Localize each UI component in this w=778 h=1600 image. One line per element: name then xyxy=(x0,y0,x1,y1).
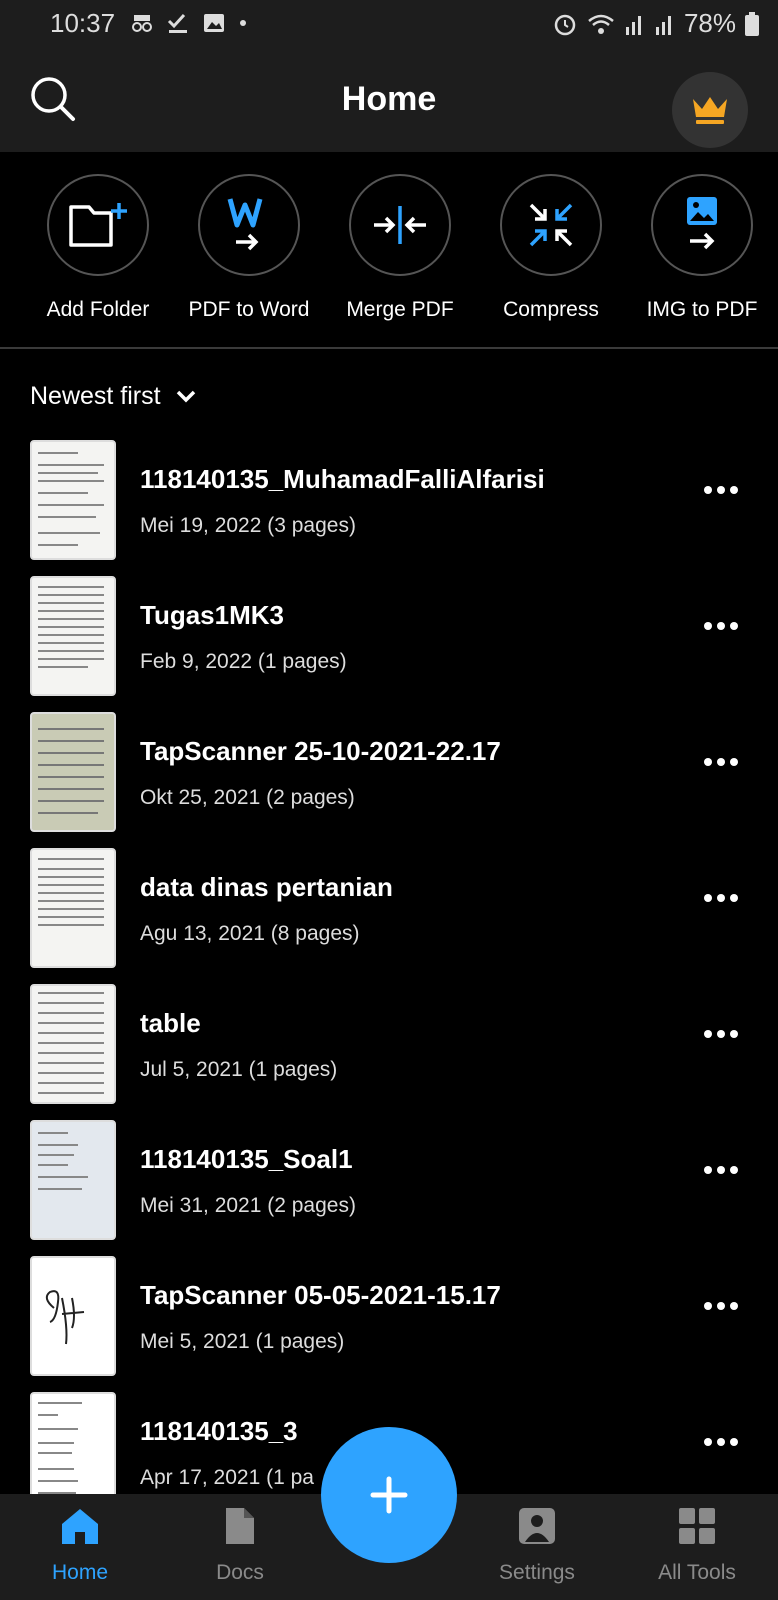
battery-icon xyxy=(745,11,759,36)
more-options-button[interactable] xyxy=(704,1030,738,1038)
notification-icons xyxy=(130,10,248,36)
document-row[interactable]: Tugas1MK3 Feb 9, 2022 (1 pages) xyxy=(0,572,778,708)
nav-settings[interactable]: Settings xyxy=(472,1506,602,1585)
document-meta: Mei 31, 2021 (2 pages) xyxy=(140,1194,356,1217)
document-row[interactable]: table Jul 5, 2021 (1 pages) xyxy=(0,980,778,1116)
document-row[interactable]: 118140135_MuhamadFalliAlfarisi Mei 19, 2… xyxy=(0,436,778,572)
document-thumbnail xyxy=(30,712,116,832)
checklist-icon xyxy=(167,13,187,33)
tool-icon-circle xyxy=(651,174,753,276)
person-icon xyxy=(519,1508,555,1544)
signal-icon xyxy=(625,15,641,35)
crown-icon xyxy=(693,97,727,124)
document-name: 118140135_3 xyxy=(140,1416,298,1446)
document-row[interactable]: 118140135_Soal1 Mei 31, 2021 (2 pages) xyxy=(0,1116,778,1252)
tool-compress[interactable]: Compress xyxy=(476,174,626,322)
document-name: TapScanner 25-10-2021-22.17 xyxy=(140,736,501,766)
document-row[interactable]: TapScanner 05-05-2021-15.17 Mei 5, 2021 … xyxy=(0,1252,778,1388)
tool-pdf-to-word[interactable]: PDF to Word xyxy=(174,174,324,322)
document-name: Tugas1MK3 xyxy=(140,600,284,630)
sort-label: Newest first xyxy=(30,382,161,410)
pdf-to-word-icon xyxy=(227,198,263,251)
document-thumbnail xyxy=(30,1120,116,1240)
document-meta: Mei 19, 2022 (3 pages) xyxy=(140,514,356,537)
document-meta: Agu 13, 2021 (8 pages) xyxy=(140,922,360,945)
app-header: Home xyxy=(0,48,778,152)
nav-all-tools[interactable]: All Tools xyxy=(632,1506,762,1585)
nav-label: All Tools xyxy=(658,1561,736,1584)
status-time: 10:37 xyxy=(50,8,116,38)
nav-home[interactable]: Home xyxy=(15,1506,145,1585)
document-meta: Jul 5, 2021 (1 pages) xyxy=(140,1058,338,1081)
premium-button[interactable] xyxy=(672,72,748,148)
img-to-pdf-icon xyxy=(687,197,717,250)
document-thumbnail xyxy=(30,984,116,1104)
signal-icon-2 xyxy=(655,15,671,35)
document-thumbnail xyxy=(30,440,116,560)
dot-icon xyxy=(240,20,246,26)
nav-docs[interactable]: Docs xyxy=(175,1506,305,1585)
document-name: data dinas pertanian xyxy=(140,872,393,902)
plus-icon xyxy=(370,1476,408,1514)
document-meta: Mei 5, 2021 (1 pages) xyxy=(140,1330,345,1353)
merge-icon xyxy=(374,206,426,244)
image-icon xyxy=(204,14,224,32)
more-options-button[interactable] xyxy=(704,1438,738,1446)
tools-row: Add Folder PDF to Word Merge PDF Compres… xyxy=(0,152,778,348)
tool-label: Merge PDF xyxy=(346,298,454,321)
tool-label: IMG to PDF xyxy=(646,298,758,321)
chevron-down-icon xyxy=(176,390,195,402)
more-options-button[interactable] xyxy=(704,1166,738,1174)
more-options-button[interactable] xyxy=(704,1302,738,1310)
add-fab-button[interactable] xyxy=(321,1427,457,1563)
nav-label: Home xyxy=(51,1561,109,1584)
document-meta: Okt 25, 2021 (2 pages) xyxy=(140,786,355,809)
add-folder-icon xyxy=(69,203,127,247)
tool-add-folder[interactable]: Add Folder xyxy=(23,174,173,322)
document-name: TapScanner 05-05-2021-15.17 xyxy=(140,1280,501,1310)
document-name: 118140135_Soal1 xyxy=(140,1144,353,1174)
more-options-button[interactable] xyxy=(704,894,738,902)
more-options-button[interactable] xyxy=(704,622,738,630)
nav-label: Settings xyxy=(499,1561,575,1584)
tool-label: Add Folder xyxy=(46,298,150,321)
status-right: 78% xyxy=(552,8,760,39)
document-thumbnail xyxy=(30,1256,116,1376)
tool-icon-circle xyxy=(349,174,451,276)
document-name: table xyxy=(140,1008,201,1038)
wifi-icon xyxy=(588,14,614,34)
alarm-icon xyxy=(554,14,576,35)
document-icon xyxy=(226,1508,254,1544)
compress-icon xyxy=(529,203,573,247)
status-bar: 10:37 78% xyxy=(0,0,778,48)
tool-img-to-pdf[interactable]: IMG to PDF xyxy=(627,174,777,322)
document-thumbnail xyxy=(30,848,116,968)
document-meta: Feb 9, 2022 (1 pages) xyxy=(140,650,347,673)
sort-dropdown[interactable]: Newest first xyxy=(30,382,197,411)
document-row[interactable]: TapScanner 25-10-2021-22.17 Okt 25, 2021… xyxy=(0,708,778,844)
tool-icon-circle xyxy=(198,174,300,276)
battery-percent: 78% xyxy=(683,8,736,38)
more-options-button[interactable] xyxy=(704,486,738,494)
nav-label: Docs xyxy=(216,1561,264,1584)
document-name: 118140135_MuhamadFalliAlfarisi xyxy=(140,464,545,494)
tool-label: Compress xyxy=(503,298,599,321)
incognito-icon xyxy=(132,15,152,32)
more-options-button[interactable] xyxy=(704,758,738,766)
tool-label: PDF to Word xyxy=(188,298,310,321)
section-divider xyxy=(0,347,778,349)
home-icon xyxy=(62,1509,98,1544)
grid-icon xyxy=(679,1508,715,1544)
tool-merge-pdf[interactable]: Merge PDF xyxy=(325,174,475,322)
page-title: Home xyxy=(341,80,437,118)
signature-image xyxy=(45,1290,85,1345)
tool-icon-circle xyxy=(500,174,602,276)
document-thumbnail xyxy=(30,576,116,696)
tool-icon-circle xyxy=(47,174,149,276)
document-row[interactable]: data dinas pertanian Agu 13, 2021 (8 pag… xyxy=(0,844,778,980)
document-meta: Apr 17, 2021 (1 pa xyxy=(140,1466,314,1489)
